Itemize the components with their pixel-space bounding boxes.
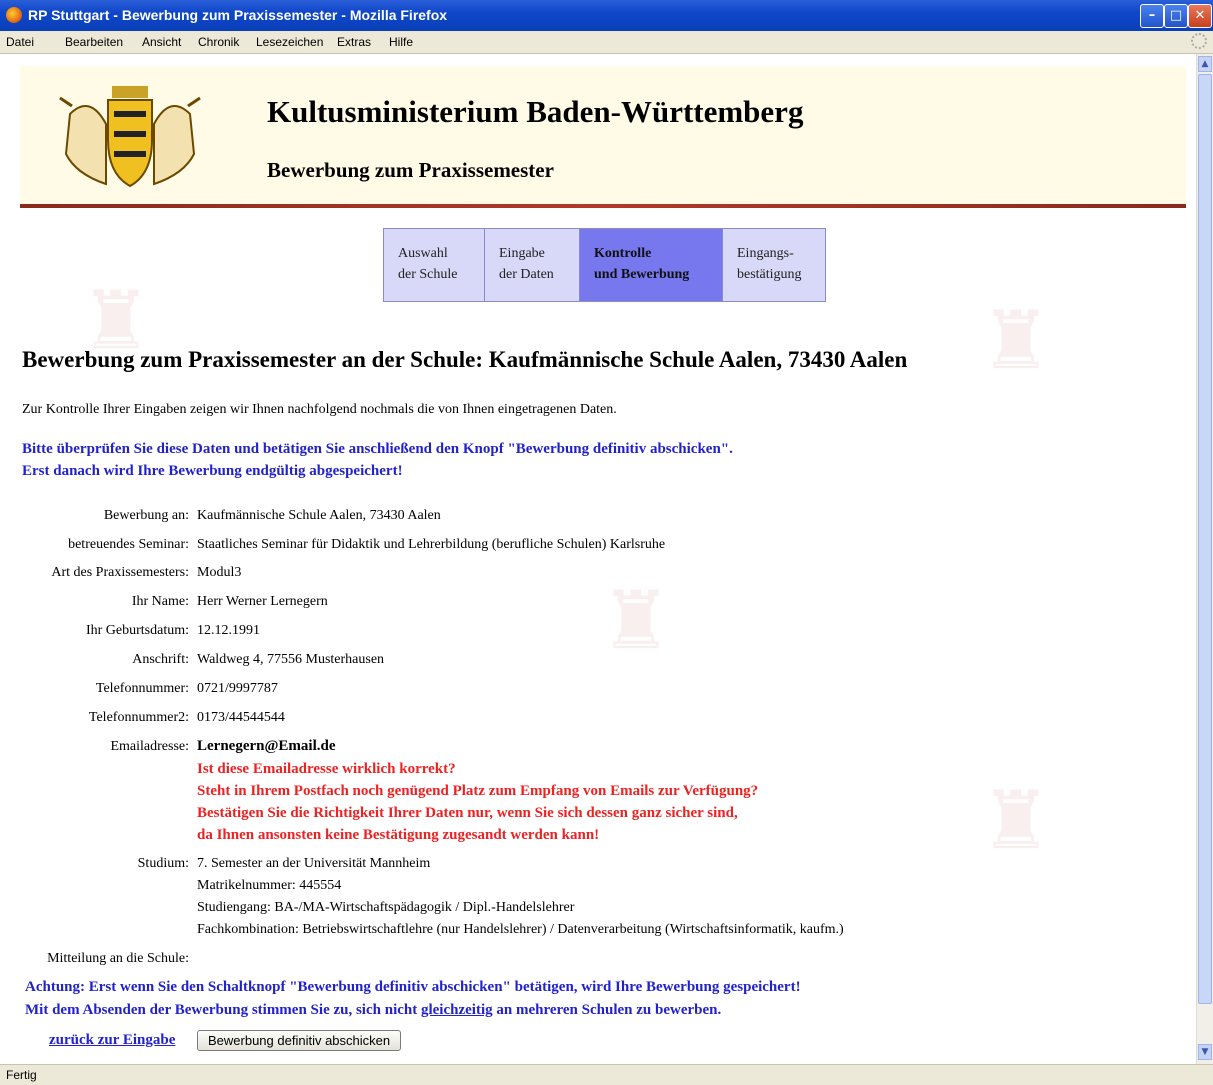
value-email: Lernegern@Email.de	[197, 738, 336, 754]
label-telefon: Telefonnummer:	[95, 681, 189, 696]
value-name: Herr Werner Lernegern	[197, 594, 328, 609]
email-warning-2: Steht in Ihrem Postfach noch genügend Pl…	[197, 783, 759, 799]
menu-bearbeiten[interactable]: Bearbeiten	[65, 35, 123, 49]
label-geburtsdatum: Ihr Geburtsdatum:	[85, 623, 189, 638]
watermark-icon: ♜	[980, 774, 1052, 867]
value-geburtsdatum: 12.12.1991	[197, 623, 260, 638]
watermark-icon: ♜	[600, 574, 672, 667]
minimize-button[interactable]: –	[1140, 4, 1164, 28]
label-studium: Studium:	[137, 856, 189, 871]
consent-link-gleichzeitig[interactable]: gleichzeitig	[421, 1002, 493, 1018]
check-instruction: Bitte überprüfen Sie diese Daten und bet…	[22, 441, 733, 457]
step-eingabe[interactable]: Eingabe der Daten	[485, 229, 580, 301]
throbber-icon	[1191, 33, 1207, 49]
menu-chronik[interactable]: Chronik	[198, 35, 239, 49]
value-anschrift: Waldweg 4, 77556 Musterhausen	[197, 652, 385, 667]
label-art: Art des Praxissemesters:	[51, 565, 189, 580]
value-studium: 7. Semester an der Universität Mannheim	[197, 856, 431, 871]
scroll-up-icon[interactable]: ▲	[1198, 56, 1212, 72]
email-warning-1: Ist diese Emailadresse wirklich korrekt?	[197, 761, 456, 777]
label-seminar: betreuendes Seminar:	[68, 537, 189, 552]
email-warning-3: Bestätigen Sie die Richtigkeit Ihrer Dat…	[197, 805, 738, 821]
label-email: Emailadresse:	[110, 739, 189, 754]
submit-button[interactable]: Bewerbung definitiv abschicken	[197, 1030, 402, 1051]
achtung-notice: Achtung: Erst wenn Sie den Schaltknopf "…	[25, 979, 801, 995]
value-bewerbung-an: Kaufmännische Schule Aalen, 73430 Aalen	[197, 508, 441, 523]
status-bar: Fertig	[0, 1064, 1213, 1085]
menu-datei[interactable]: Datei	[6, 35, 34, 49]
watermark-icon: ♜	[980, 294, 1052, 387]
value-telefon2: 0173/44544544	[197, 710, 285, 725]
vertical-scrollbar[interactable]: ▲ ▼	[1196, 54, 1213, 1064]
check-instruction-2: Erst danach wird Ihre Bewerbung endgülti…	[22, 463, 403, 479]
close-button[interactable]: ✕	[1188, 4, 1212, 28]
step-auswahl[interactable]: Auswahl der Schule	[384, 229, 485, 301]
main-heading: Bewerbung zum Praxissemester an der Schu…	[22, 347, 908, 372]
menu-lesezeichen[interactable]: Lesezeichen	[256, 35, 323, 49]
menu-ansicht[interactable]: Ansicht	[142, 35, 181, 49]
label-anschrift: Anschrift:	[132, 652, 189, 667]
window-titlebar: RP Stuttgart - Bewerbung zum Praxissemes…	[0, 0, 1213, 31]
page-content: ♜ ♜ ♜ ♜ Kultusministerium Baden-Württemb…	[0, 54, 1196, 1064]
label-name: Ihr Name:	[131, 594, 189, 609]
value-telefon: 0721/9997787	[197, 681, 278, 696]
scroll-thumb[interactable]	[1198, 74, 1212, 1004]
page-subtitle: Bewerbung zum Praxissemester	[267, 158, 554, 182]
status-text: Fertig	[6, 1068, 37, 1082]
value-matrikelnummer: Matrikelnummer: 445554	[197, 878, 342, 893]
consent-text-pre: Mit dem Absenden der Bewerbung stimmen S…	[25, 1002, 421, 1018]
menu-hilfe[interactable]: Hilfe	[389, 35, 413, 49]
coat-of-arms-icon	[59, 86, 201, 188]
step-kontrolle[interactable]: Kontrolle und Bewerbung	[580, 229, 723, 301]
label-bewerbung-an: Bewerbung an:	[103, 508, 189, 523]
label-telefon2: Telefonnummer2:	[88, 710, 189, 725]
maximize-button[interactable]: □	[1164, 4, 1188, 28]
window-title: RP Stuttgart - Bewerbung zum Praxissemes…	[28, 7, 448, 23]
intro-text: Zur Kontrolle Ihrer Eingaben zeigen wir …	[22, 402, 617, 417]
value-seminar: Staatliches Seminar für Didaktik und Leh…	[197, 537, 666, 552]
value-fachkombination: Fachkombination: Betriebswirtschaftlehre…	[197, 922, 844, 937]
header-divider	[20, 204, 1186, 208]
value-art: Modul3	[197, 565, 242, 580]
email-warning-4: da Ihnen ansonsten keine Bestätigung zug…	[197, 827, 600, 843]
back-link[interactable]: zurück zur Eingabe	[49, 1032, 175, 1049]
value-studiengang: Studiengang: BA-/MA-Wirtschaftspädagogik…	[197, 900, 575, 915]
consent-notice: Mit dem Absenden der Bewerbung stimmen S…	[25, 1002, 721, 1019]
step-eingangsbestaetigung[interactable]: Eingangs- bestätigung	[723, 229, 825, 301]
menu-bar: Datei Bearbeiten Ansicht Chronik Lesezei…	[0, 31, 1213, 54]
page-header: Kultusministerium Baden-Württemberg Bewe…	[20, 66, 1186, 204]
label-mitteilung: Mitteilung an die Schule:	[47, 951, 189, 966]
firefox-icon	[6, 7, 22, 23]
page-title: Kultusministerium Baden-Württemberg	[267, 94, 804, 129]
progress-steps: Auswahl der Schule Eingabe der Daten Kon…	[383, 228, 826, 302]
menu-extras[interactable]: Extras	[337, 35, 371, 49]
consent-text-post: an mehreren Schulen zu bewerben.	[492, 1002, 722, 1018]
scroll-down-icon[interactable]: ▼	[1198, 1044, 1212, 1060]
